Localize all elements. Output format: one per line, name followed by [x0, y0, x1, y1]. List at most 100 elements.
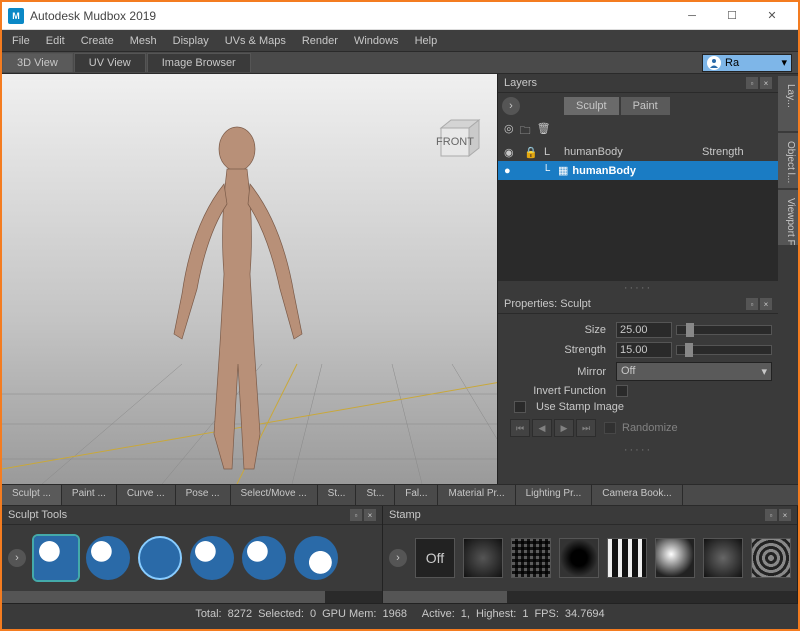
- layer-row-humanbody[interactable]: ● └ ▦ humanBody: [498, 161, 778, 180]
- panel-close-icon[interactable]: ×: [779, 509, 791, 521]
- stamp-texture-5[interactable]: [655, 538, 695, 578]
- tooltab-sculpt[interactable]: Sculpt ...: [2, 485, 62, 505]
- side-dock-tabs: Lay... Object l... Viewport Fil...: [778, 76, 798, 247]
- chevron-right-icon: ›: [509, 100, 513, 112]
- layers-col-name: humanBody: [564, 146, 702, 159]
- panel-undock-icon[interactable]: ▫: [765, 509, 777, 521]
- tooltab-paint[interactable]: Paint ...: [62, 485, 117, 505]
- viewcube[interactable]: FRONT: [433, 114, 487, 168]
- tab-uv-view[interactable]: UV View: [74, 53, 146, 72]
- layers-mode-paint[interactable]: Paint: [621, 97, 670, 115]
- prop-mirror-dropdown[interactable]: Off ▾: [616, 362, 772, 381]
- panel-undock-icon[interactable]: ▫: [746, 298, 758, 310]
- step-first-button[interactable]: ⏮: [510, 419, 530, 437]
- menu-file[interactable]: File: [4, 33, 38, 49]
- panel-resize-handle[interactable]: ·····: [498, 443, 778, 457]
- menu-render[interactable]: Render: [294, 33, 346, 49]
- menu-create[interactable]: Create: [73, 33, 122, 49]
- menu-uvs-maps[interactable]: UVs & Maps: [217, 33, 294, 49]
- sculpt-tool-1[interactable]: [34, 536, 78, 580]
- side-tab-object-list[interactable]: Object l...: [778, 133, 798, 188]
- tooltab-stencil[interactable]: St...: [356, 485, 395, 505]
- menu-display[interactable]: Display: [165, 33, 217, 49]
- tooltab-lighting-presets[interactable]: Lighting Pr...: [516, 485, 593, 505]
- new-layer-icon[interactable]: ◎: [504, 122, 514, 141]
- step-prev-button[interactable]: ◀: [532, 419, 552, 437]
- panel-close-icon[interactable]: ×: [760, 77, 772, 89]
- tooltab-stamp[interactable]: St...: [318, 485, 357, 505]
- tooltab-curve[interactable]: Curve ...: [117, 485, 176, 505]
- 3d-viewport[interactable]: FRONT: [2, 74, 498, 484]
- tooltab-material-presets[interactable]: Material Pr...: [438, 485, 515, 505]
- new-folder-icon[interactable]: 🗀: [520, 122, 531, 141]
- sculpt-tools-row: ›: [2, 525, 382, 591]
- tooltab-pose[interactable]: Pose ...: [176, 485, 231, 505]
- properties-panel-header: Properties: Sculpt ▫ ×: [498, 295, 778, 314]
- close-button[interactable]: ✕: [752, 2, 792, 30]
- sculpt-tool-6[interactable]: [294, 536, 338, 580]
- layers-mode-sculpt[interactable]: Sculpt: [564, 97, 619, 115]
- panel-resize-handle[interactable]: ·····: [498, 281, 778, 295]
- menu-windows[interactable]: Windows: [346, 33, 407, 49]
- chevron-right-icon: ›: [15, 552, 19, 564]
- menu-mesh[interactable]: Mesh: [122, 33, 165, 49]
- stamp-expand[interactable]: ›: [389, 549, 407, 567]
- maximize-button[interactable]: ☐: [712, 2, 752, 30]
- minimize-button[interactable]: ─: [672, 2, 712, 30]
- user-selector[interactable]: Ra ▾: [702, 54, 792, 72]
- panel-close-icon[interactable]: ×: [364, 509, 376, 521]
- tab-3d-view[interactable]: 3D View: [2, 53, 73, 72]
- sculpt-tool-4[interactable]: [190, 536, 234, 580]
- panel-undock-icon[interactable]: ▫: [350, 509, 362, 521]
- tooltab-select-move[interactable]: Select/Move ...: [231, 485, 318, 505]
- prop-use-stamp-checkbox[interactable]: [514, 401, 526, 413]
- tree-branch-icon: └: [524, 165, 554, 177]
- delete-layer-icon[interactable]: 🗑: [537, 122, 551, 141]
- titlebar: M Autodesk Mudbox 2019 ─ ☐ ✕: [2, 2, 798, 30]
- menu-help[interactable]: Help: [407, 33, 446, 49]
- sculpt-tool-3[interactable]: [138, 536, 182, 580]
- layers-col-strength: Strength: [702, 146, 772, 159]
- chevron-right-icon: ›: [396, 552, 400, 564]
- tooltab-falloff[interactable]: Fal...: [395, 485, 438, 505]
- stamp-scrollbar[interactable]: [383, 591, 797, 603]
- user-selector-label: Ra: [725, 57, 739, 69]
- prop-size-input[interactable]: [616, 322, 672, 338]
- status-selected-label: Selected:: [258, 608, 304, 620]
- prop-size-slider[interactable]: [676, 325, 772, 335]
- stamp-texture-1[interactable]: [463, 538, 503, 578]
- stamp-texture-3[interactable]: [559, 538, 599, 578]
- panel-close-icon[interactable]: ×: [760, 298, 772, 310]
- sculpt-tool-5[interactable]: [242, 536, 286, 580]
- prop-invert-label: Invert Function: [504, 385, 612, 397]
- stamp-panel-title: Stamp: [389, 509, 421, 521]
- tooltab-camera-bookmarks[interactable]: Camera Book...: [592, 485, 682, 505]
- eye-icon: ◉: [504, 146, 524, 159]
- sculpt-tool-2[interactable]: [86, 536, 130, 580]
- side-tab-viewport-filters[interactable]: Viewport Fil...: [778, 190, 798, 245]
- prop-strength-input[interactable]: [616, 342, 672, 358]
- stamp-texture-4[interactable]: [607, 538, 647, 578]
- tab-image-browser[interactable]: Image Browser: [147, 53, 251, 72]
- status-fps-value: 34.7694: [565, 608, 605, 620]
- layers-expand-button[interactable]: ›: [502, 97, 520, 115]
- step-next-button[interactable]: ▶: [554, 419, 574, 437]
- step-last-button[interactable]: ⏭: [576, 419, 596, 437]
- prop-strength-label: Strength: [504, 344, 612, 356]
- prop-strength-slider[interactable]: [676, 345, 772, 355]
- layer-visibility-icon[interactable]: ●: [504, 165, 524, 177]
- side-tab-layers[interactable]: Lay...: [778, 76, 798, 131]
- layers-panel-title: Layers: [504, 77, 537, 89]
- sculpt-tools-expand[interactable]: ›: [8, 549, 26, 567]
- stamp-texture-6[interactable]: [703, 538, 743, 578]
- stamp-off[interactable]: Off: [415, 538, 455, 578]
- view-tabstrip: 3D View UV View Image Browser Ra ▾: [2, 52, 798, 74]
- panel-undock-icon[interactable]: ▫: [746, 77, 758, 89]
- layers-column-header: ◉ 🔒 L humanBody Strength: [498, 144, 778, 161]
- stamp-texture-2[interactable]: [511, 538, 551, 578]
- menu-edit[interactable]: Edit: [38, 33, 73, 49]
- stamp-texture-7[interactable]: [751, 538, 791, 578]
- prop-invert-checkbox[interactable]: [616, 385, 628, 397]
- prop-randomize-checkbox[interactable]: [604, 422, 616, 434]
- sculpt-tools-scrollbar[interactable]: [2, 591, 382, 603]
